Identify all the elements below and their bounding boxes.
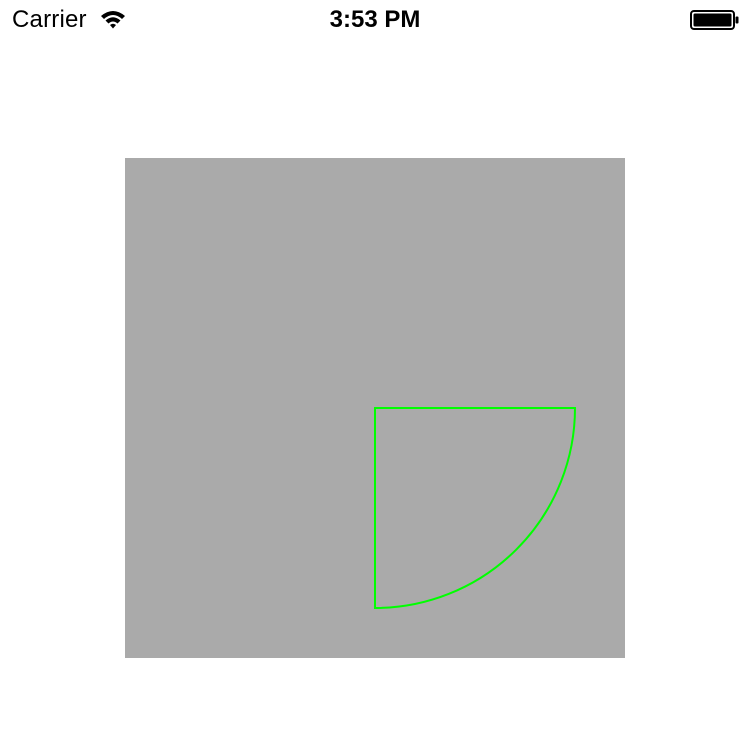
battery-icon: [690, 10, 740, 30]
status-bar: Carrier 3:53 PM: [0, 0, 750, 40]
canvas-svg: [125, 158, 625, 658]
clock-time: 3:53 PM: [329, 6, 421, 33]
screen: Carrier 3:53 PM: [0, 0, 750, 752]
drawing-canvas: [125, 158, 625, 658]
